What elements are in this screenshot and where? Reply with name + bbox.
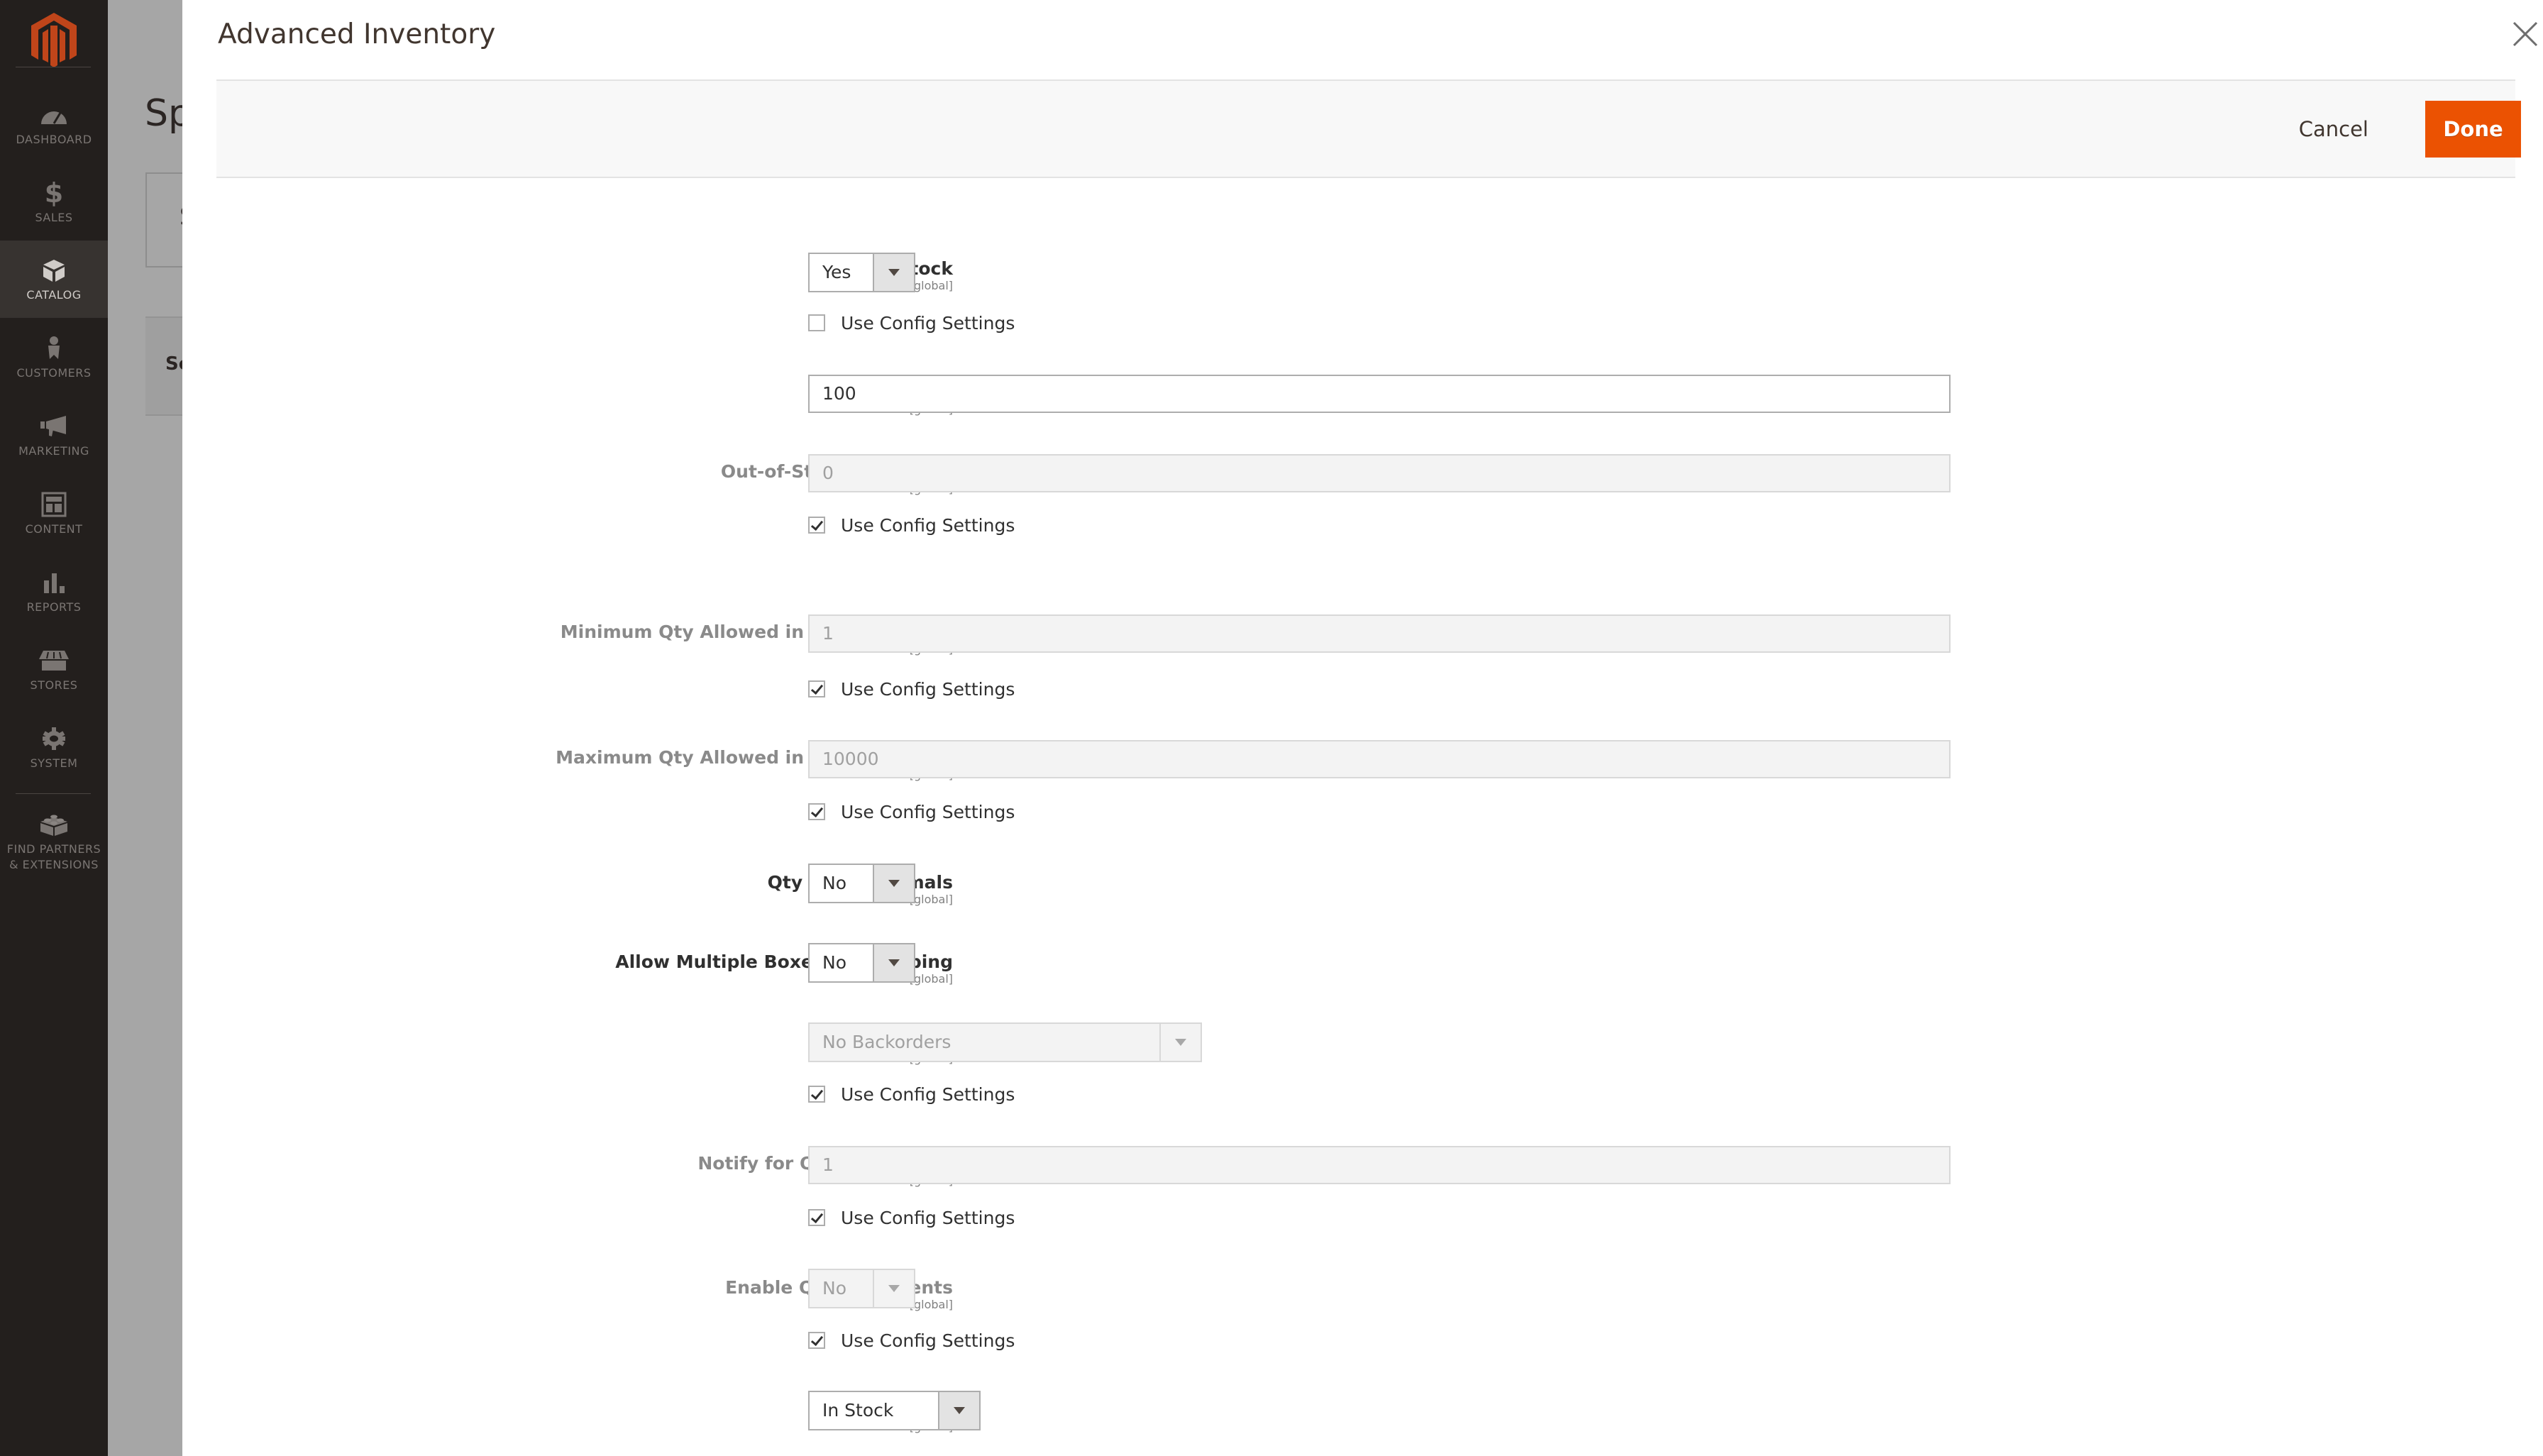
advanced-inventory-modal: Advanced Inventory Cancel Done Manage St… <box>182 0 2543 1456</box>
chevron-down-icon <box>873 865 914 902</box>
cancel-button[interactable]: Cancel <box>2290 109 2377 149</box>
max-qty-cart-use-config[interactable]: Use Config Settings <box>808 801 1015 822</box>
select-value: No <box>822 873 846 893</box>
background-section-text: Sc <box>165 353 182 375</box>
select-value: No <box>822 1278 846 1298</box>
person-icon <box>38 334 70 363</box>
checkbox-unchecked[interactable] <box>808 314 825 331</box>
layout-icon <box>38 490 70 519</box>
nav-item-catalog[interactable]: Catalog <box>0 241 108 318</box>
dollar-icon: $ <box>44 177 64 209</box>
modal-title: Advanced Inventory <box>218 18 496 50</box>
checkbox-label: Use Config Settings <box>841 312 1015 333</box>
nav-item-find-partners[interactable]: Find Partners & Extensions <box>0 799 108 884</box>
checkbox-checked[interactable] <box>808 803 825 820</box>
nav-label: Marketing <box>18 443 89 458</box>
checkbox-checked[interactable] <box>808 1332 825 1349</box>
nav-item-reports[interactable]: Reports <box>0 553 108 630</box>
nav-label: Reports <box>26 600 82 614</box>
out-of-stock-threshold-input: 0 <box>808 454 1951 492</box>
chevron-down-icon <box>873 944 914 981</box>
background-page-title: Sp <box>145 92 182 135</box>
notify-below-use-config[interactable]: Use Config Settings <box>808 1207 1015 1228</box>
stock-status-select[interactable]: In Stock <box>808 1391 981 1430</box>
nav-label: Catalog <box>26 287 82 302</box>
select-value: In Stock <box>822 1400 894 1421</box>
checkbox-label: Use Config Settings <box>841 678 1015 700</box>
manage-stock-use-config[interactable]: Use Config Settings <box>808 312 1015 333</box>
select-value: No <box>822 952 846 973</box>
nav-label: System <box>30 756 78 770</box>
box-icon <box>38 256 70 285</box>
max-qty-cart-input: 10000 <box>808 740 1951 778</box>
storefront-icon <box>38 646 70 675</box>
multiple-boxes-select[interactable]: No <box>808 943 915 983</box>
checkbox-checked[interactable] <box>808 1086 825 1103</box>
nav-label: Dashboard <box>16 132 92 146</box>
nav-item-content[interactable]: Content <box>0 475 108 552</box>
nav-item-sales[interactable]: $ Sales <box>0 163 108 241</box>
qty-uses-decimals-select[interactable]: No <box>808 864 915 903</box>
nav-item-customers[interactable]: Customers <box>0 319 108 396</box>
chevron-down-icon <box>938 1392 979 1429</box>
nav-item-stores[interactable]: Stores <box>0 631 108 708</box>
nav-label: & Extensions <box>9 858 99 871</box>
out-of-stock-threshold-use-config[interactable]: Use Config Settings <box>808 514 1015 536</box>
background-page-overlay: Sp S Sc <box>108 0 182 1456</box>
qty-input[interactable]: 100 <box>808 375 1951 413</box>
modal-action-bar: Cancel Done <box>216 79 2521 178</box>
manage-stock-select[interactable]: Yes <box>808 253 915 292</box>
background-section: Sc <box>145 316 182 416</box>
checkbox-label: Use Config Settings <box>841 1207 1015 1228</box>
backorders-select: No Backorders <box>808 1022 1202 1062</box>
chevron-down-icon <box>1159 1024 1201 1061</box>
background-panel: S <box>145 172 182 268</box>
nav-item-marketing[interactable]: Marketing <box>0 397 108 474</box>
chevron-down-icon <box>873 254 914 291</box>
min-qty-cart-use-config[interactable]: Use Config Settings <box>808 678 1015 700</box>
chevron-down-icon <box>873 1270 914 1307</box>
close-icon <box>2512 21 2538 47</box>
nav-divider <box>16 793 91 794</box>
select-value: Yes <box>822 262 851 282</box>
select-value: No Backorders <box>822 1032 951 1052</box>
done-button[interactable]: Done <box>2425 101 2521 158</box>
nav-item-system[interactable]: System <box>0 709 108 786</box>
nav-item-dashboard[interactable]: Dashboard <box>0 85 108 162</box>
nav-label: Customers <box>16 365 92 380</box>
checkbox-label: Use Config Settings <box>841 1330 1015 1351</box>
dashboard-icon <box>38 101 70 129</box>
nav-label: Sales <box>35 210 73 224</box>
checkbox-label: Use Config Settings <box>841 514 1015 536</box>
backorders-use-config[interactable]: Use Config Settings <box>808 1083 1015 1105</box>
checkbox-checked[interactable] <box>808 680 825 697</box>
nav-label: Content <box>25 522 83 536</box>
enable-qty-increments-use-config[interactable]: Use Config Settings <box>808 1330 1015 1351</box>
megaphone-icon <box>38 412 70 441</box>
nav-label: Stores <box>30 678 78 692</box>
checkbox-checked[interactable] <box>808 1209 825 1226</box>
enable-qty-increments-select: No <box>808 1269 915 1308</box>
admin-sidebar: Dashboard $ Sales Catalog Customers Mark… <box>0 0 108 1456</box>
checkbox-label: Use Config Settings <box>841 801 1015 822</box>
min-qty-cart-input: 1 <box>808 614 1951 653</box>
notify-below-input: 1 <box>808 1146 1951 1184</box>
checkbox-checked[interactable] <box>808 517 825 534</box>
gear-icon <box>38 724 70 753</box>
checkbox-label: Use Config Settings <box>841 1083 1015 1105</box>
bar-chart-icon <box>38 568 70 597</box>
lego-block-icon <box>38 810 70 839</box>
magento-logo-icon[interactable] <box>28 11 79 68</box>
close-button[interactable] <box>2510 18 2541 50</box>
nav-label: Find Partners <box>6 842 101 856</box>
